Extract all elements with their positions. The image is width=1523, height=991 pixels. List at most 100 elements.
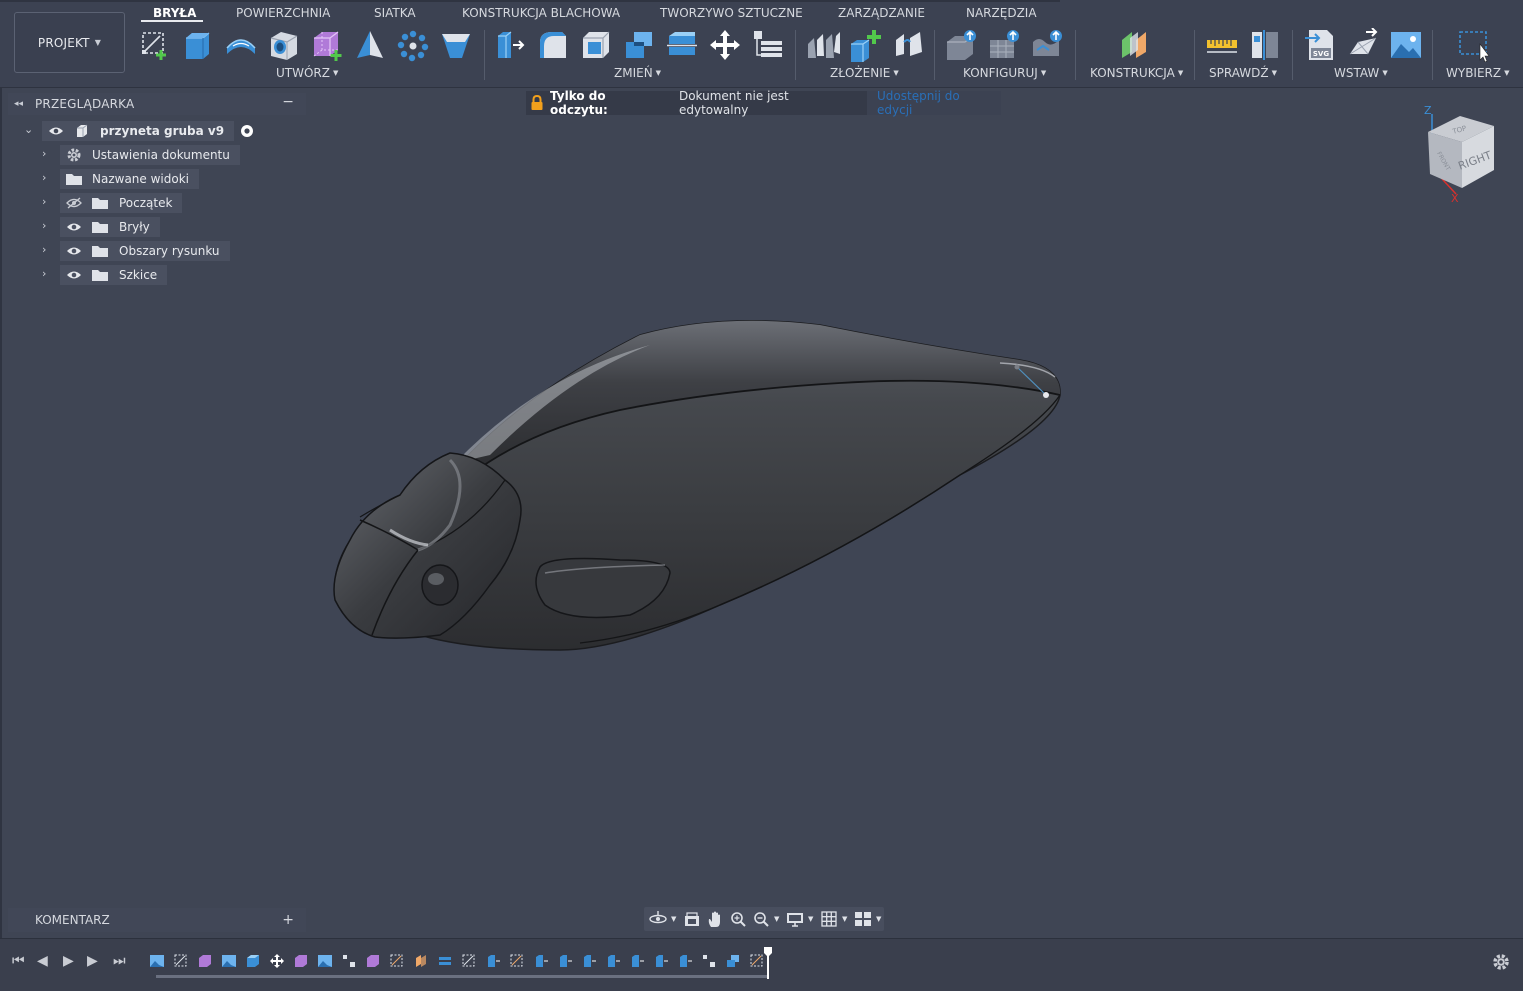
add-comment-icon[interactable]: + <box>282 912 294 928</box>
comments-panel-header[interactable]: KOMENTARZ + <box>8 908 306 932</box>
pan-hand-icon[interactable] <box>705 909 725 929</box>
tab-siatka[interactable]: SIATKA <box>374 6 416 22</box>
extrude-icon[interactable] <box>181 28 215 62</box>
eye-icon[interactable] <box>64 222 84 232</box>
timeline-feature-sketch-icon[interactable] <box>509 953 525 969</box>
orbit-icon[interactable] <box>648 909 668 929</box>
browser-item[interactable]: › Obszary rysunku <box>40 241 230 261</box>
timeline-next-icon[interactable]: ▶ <box>87 953 98 969</box>
chevron-down-icon[interactable]: ▼ <box>808 915 816 923</box>
lure-3d-model[interactable] <box>320 305 1080 665</box>
chevron-right-icon[interactable]: › <box>42 219 54 232</box>
chevron-down-icon[interactable]: ▼ <box>774 915 782 923</box>
chevron-right-icon[interactable]: › <box>42 171 54 184</box>
tab-powierzchnia[interactable]: POWIERZCHNIA <box>236 6 330 22</box>
eye-icon[interactable] <box>64 246 84 256</box>
timeline-feature-presspull-icon[interactable] <box>533 953 549 969</box>
timeline-last-icon[interactable]: ⏭ <box>113 953 126 969</box>
timeline-feature-image-icon[interactable] <box>149 953 165 969</box>
timeline-feature-presspull-icon[interactable] <box>557 953 573 969</box>
timeline-feature-point-icon[interactable] <box>341 953 357 969</box>
timeline-feature-presspull-icon[interactable] <box>485 953 501 969</box>
minimize-panel-icon[interactable]: − <box>282 94 294 110</box>
look-at-icon[interactable] <box>682 909 702 929</box>
browser-item-node[interactable]: Ustawienia dokumentu <box>60 145 240 165</box>
browser-root-row[interactable]: ⌄ przyneta gruba v9 <box>22 121 254 141</box>
timeline-previous-icon[interactable]: ◀ <box>37 953 48 969</box>
group-konstrukcja[interactable]: KONSTRUKCJA ▼ <box>1090 66 1183 80</box>
group-wstaw[interactable]: WSTAW ▼ <box>1334 66 1388 80</box>
timeline-marker[interactable] <box>764 947 772 979</box>
zoom-window-icon[interactable] <box>728 909 748 929</box>
timeline-feature-plane-icon[interactable] <box>413 953 429 969</box>
configure-rows-icon[interactable] <box>988 28 1022 62</box>
tab-narzedzia[interactable]: NARZĘDZIA <box>966 6 1037 22</box>
sketch-point[interactable] <box>1014 364 1020 370</box>
timeline-feature-image-icon[interactable] <box>317 953 333 969</box>
browser-item-node[interactable]: Obszary rysunku <box>60 241 230 261</box>
timeline-feature-sketch-icon[interactable] <box>173 953 189 969</box>
move-icon[interactable] <box>708 28 742 62</box>
project-button[interactable]: PROJEKT ▼ <box>14 12 125 73</box>
eye-icon[interactable] <box>64 270 84 280</box>
pyramid-icon[interactable] <box>353 28 387 62</box>
view-cube[interactable]: Z X RIGHT TOP FRONT <box>1418 104 1508 205</box>
browser-item[interactable]: › Nazwane widoki <box>40 169 199 189</box>
new-component-icon[interactable] <box>849 28 883 62</box>
select-box-icon[interactable] <box>1458 28 1492 62</box>
browser-item-node[interactable]: Bryły <box>60 217 160 237</box>
timeline-feature-form-icon[interactable] <box>293 953 309 969</box>
timeline-feature-presspull-icon[interactable] <box>629 953 645 969</box>
chevron-right-icon[interactable]: › <box>42 147 54 160</box>
combine-icon[interactable] <box>622 28 656 62</box>
timeline-feature-presspull-icon[interactable] <box>605 953 621 969</box>
timeline-feature-form-icon[interactable] <box>197 953 213 969</box>
section-analysis-icon[interactable] <box>1248 28 1282 62</box>
sketch-point[interactable] <box>1043 392 1049 398</box>
display-settings-icon[interactable] <box>785 909 805 929</box>
split-body-icon[interactable] <box>665 28 699 62</box>
timeline-settings-gear-icon[interactable] <box>1492 953 1510 975</box>
timeline-feature-move-icon[interactable] <box>269 953 285 969</box>
timeline-feature-image-icon[interactable] <box>221 953 237 969</box>
offset-plane-icon[interactable] <box>1118 28 1152 62</box>
browser-item-node[interactable]: Szkice <box>60 265 168 285</box>
chevron-down-icon[interactable]: ⌄ <box>24 123 36 136</box>
tab-zarzadzanie[interactable]: ZARZĄDZANIE <box>838 6 925 22</box>
tab-konstrukcja-blachowa[interactable]: KONSTRUKCJA BLACHOWA <box>462 6 620 22</box>
timeline-track[interactable] <box>156 975 768 978</box>
timeline-play-icon[interactable]: ▶ <box>63 953 74 969</box>
browser-item[interactable]: › Początek <box>40 193 183 213</box>
chevron-down-icon[interactable]: ▼ <box>876 915 884 923</box>
timeline-feature-presspull-icon[interactable] <box>677 953 693 969</box>
browser-item-node[interactable]: Nazwane widoki <box>60 169 199 189</box>
viewports-icon[interactable] <box>853 909 873 929</box>
timeline-feature-split-icon[interactable] <box>437 953 453 969</box>
joint-icon[interactable] <box>806 28 840 62</box>
browser-item[interactable]: › Szkice <box>40 265 168 285</box>
group-utworz[interactable]: UTWÓRZ ▼ <box>276 66 338 80</box>
group-konfiguruj[interactable]: KONFIGURUJ ▼ <box>963 66 1046 80</box>
collapse-panel-icon[interactable]: ◂◂ <box>14 99 34 109</box>
insert-svg-icon[interactable]: SVG <box>1303 28 1337 62</box>
revolve-icon[interactable] <box>224 28 258 62</box>
group-sprawdz[interactable]: SPRAWDŹ ▼ <box>1209 66 1277 80</box>
timeline-feature-sketch-icon[interactable] <box>749 953 765 969</box>
browser-item-node[interactable]: Początek <box>60 193 183 213</box>
browser-item[interactable]: › Bryły <box>40 217 160 237</box>
eye-hidden-icon[interactable] <box>64 197 84 209</box>
timeline-feature-sketch-icon[interactable] <box>461 953 477 969</box>
timeline-feature-presspull-icon[interactable] <box>581 953 597 969</box>
timeline-feature-point-icon[interactable] <box>701 953 717 969</box>
chevron-right-icon[interactable]: › <box>42 267 54 280</box>
chevron-right-icon[interactable]: › <box>42 195 54 208</box>
insert-image-icon[interactable] <box>1389 28 1423 62</box>
insert-mesh-icon[interactable] <box>1346 28 1380 62</box>
pattern-icon[interactable] <box>396 28 430 62</box>
timeline-feature-sketch-icon[interactable] <box>389 953 405 969</box>
create-sketch-icon[interactable] <box>138 28 172 62</box>
share-for-edit-link[interactable]: Udostępnij do edycji <box>867 89 1001 117</box>
grid-settings-icon[interactable] <box>819 909 839 929</box>
shell-create-icon[interactable] <box>439 28 473 62</box>
create-form-icon[interactable] <box>310 28 344 62</box>
